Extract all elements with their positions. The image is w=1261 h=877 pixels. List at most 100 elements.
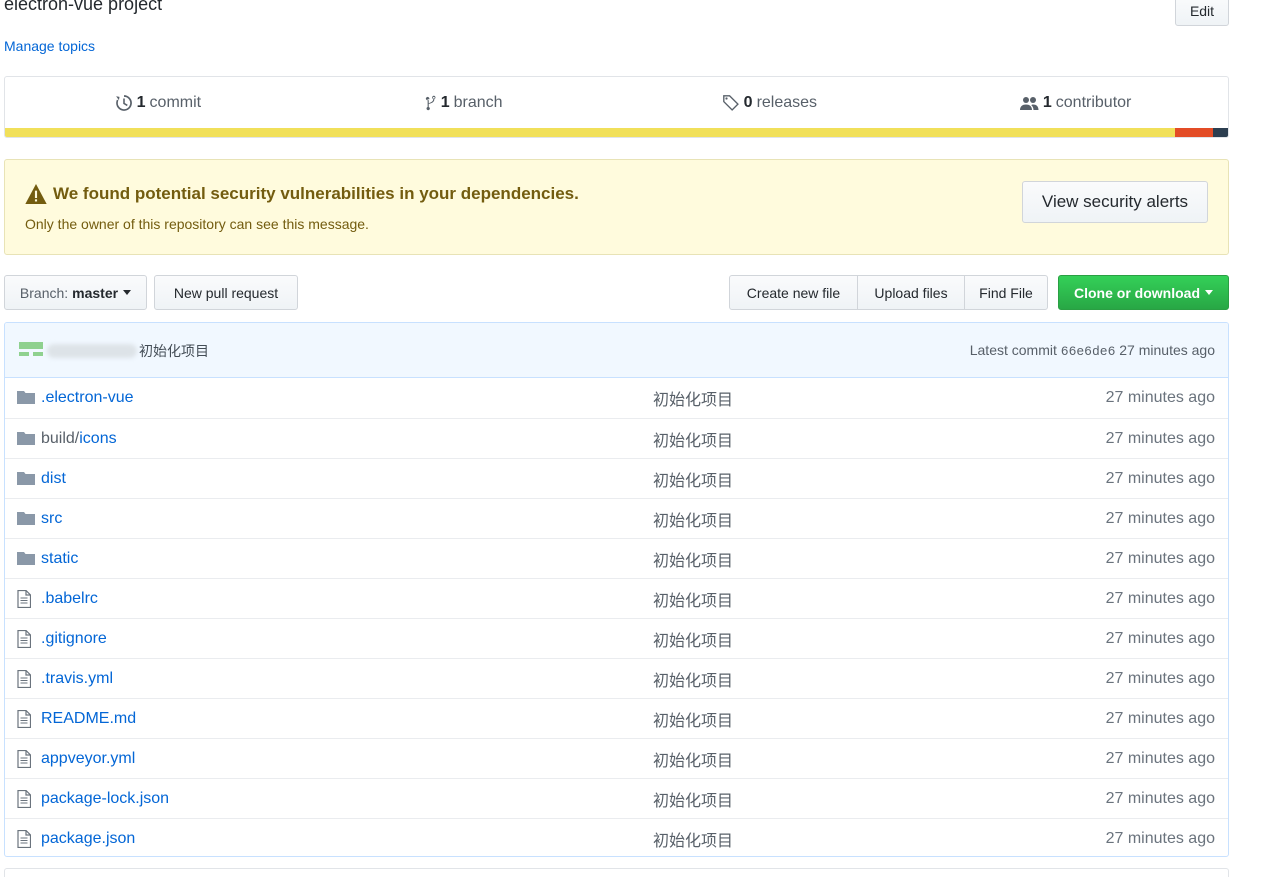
file-name: dist bbox=[41, 469, 66, 487]
file-age: 27 minutes ago bbox=[1105, 589, 1215, 607]
language-segment[interactable] bbox=[1213, 128, 1228, 137]
language-segment[interactable] bbox=[5, 128, 1176, 137]
file-name-link[interactable]: .electron-vue bbox=[41, 389, 134, 407]
file-row: .gitignore 初始化项目 27 minutes ago bbox=[5, 618, 1228, 658]
file-commit-message[interactable]: 初始化项目 bbox=[653, 667, 733, 691]
file-commit-message[interactable]: 初始化项目 bbox=[653, 507, 733, 531]
branches-label: branch bbox=[453, 94, 503, 111]
clone-label: Clone or download bbox=[1074, 284, 1200, 301]
file-commit-message[interactable]: 初始化项目 bbox=[653, 547, 733, 571]
file-name-link[interactable]: README.md bbox=[41, 710, 136, 728]
file-icon bbox=[17, 629, 35, 649]
file-name: README.md bbox=[41, 709, 137, 727]
file-age: 27 minutes ago bbox=[1105, 789, 1215, 807]
file-age: 27 minutes ago bbox=[1105, 389, 1215, 406]
file-age: 27 minutes ago bbox=[1105, 669, 1215, 687]
commit-tease: 初始化项目 Latest commit 66e6de6 27 minutes a… bbox=[5, 323, 1228, 378]
file-age: 27 minutes ago bbox=[1105, 709, 1215, 727]
file-name-link[interactable]: dist bbox=[41, 470, 66, 488]
commits-count: 1 bbox=[136, 94, 146, 111]
file-age: 27 minutes ago bbox=[1105, 429, 1215, 447]
new-pull-request-button[interactable]: New pull request bbox=[154, 275, 298, 310]
repo-description: electron-vue project bbox=[4, 0, 163, 14]
file-name: appveyor.yml bbox=[41, 749, 136, 767]
history-icon bbox=[115, 95, 132, 111]
file-row: .babelrc 初始化项目 27 minutes ago bbox=[5, 578, 1228, 618]
file-commit-message[interactable]: 初始化项目 bbox=[653, 427, 733, 451]
file-name-link[interactable]: .gitignore bbox=[41, 630, 107, 648]
create-new-file-button[interactable]: Create new file bbox=[729, 275, 858, 310]
file-name-link[interactable]: .babelrc bbox=[41, 590, 98, 608]
manage-topics-link[interactable]: Manage topics bbox=[4, 38, 95, 54]
file-row: .electron-vue 初始化项目 27 minutes ago bbox=[5, 378, 1228, 418]
file-row: static 初始化项目 27 minutes ago bbox=[5, 538, 1228, 578]
repo-summary: 1 commit 1 branch 0 releases 1 contribut… bbox=[4, 76, 1229, 138]
releases-count: 0 bbox=[743, 94, 753, 111]
file-row: README.md 初始化项目 27 minutes ago bbox=[5, 698, 1228, 738]
clone-or-download-button[interactable]: Clone or download bbox=[1058, 275, 1229, 310]
file-age: 27 minutes ago bbox=[1105, 509, 1215, 527]
file-commit-message[interactable]: 初始化项目 bbox=[653, 747, 733, 771]
file-row: .travis.yml 初始化项目 27 minutes ago bbox=[5, 658, 1228, 698]
file-name-link[interactable]: static bbox=[41, 550, 78, 568]
people-icon bbox=[1019, 97, 1039, 110]
folder-icon bbox=[17, 550, 35, 568]
language-segment[interactable] bbox=[1175, 128, 1214, 137]
commits-link[interactable]: 1 commit bbox=[5, 94, 311, 112]
commit-sha-link[interactable]: 66e6de6 bbox=[1061, 344, 1116, 359]
edit-button[interactable]: Edit bbox=[1175, 0, 1229, 26]
releases-label: releases bbox=[756, 94, 818, 111]
file-name: src bbox=[41, 509, 63, 527]
commit-message[interactable]: 初始化项目 bbox=[139, 341, 209, 361]
file-name-link[interactable]: build/icons bbox=[41, 430, 117, 448]
branches-link[interactable]: 1 branch bbox=[311, 94, 617, 112]
alert-icon bbox=[25, 184, 47, 204]
branch-select-button[interactable]: Branch: master bbox=[4, 275, 147, 310]
folder-icon bbox=[17, 470, 35, 488]
file-commit-message[interactable]: 初始化项目 bbox=[653, 827, 733, 851]
file-commit-message[interactable]: 初始化项目 bbox=[653, 627, 733, 651]
folder-icon bbox=[17, 430, 35, 448]
upload-files-button[interactable]: Upload files bbox=[857, 275, 965, 310]
file-name: .gitignore bbox=[41, 629, 107, 647]
language-bar[interactable] bbox=[5, 128, 1228, 137]
view-security-alerts-button[interactable]: View security alerts bbox=[1022, 181, 1208, 223]
file-name-link[interactable]: package.json bbox=[41, 830, 135, 848]
file-name-link[interactable]: src bbox=[41, 510, 62, 528]
find-file-button[interactable]: Find File bbox=[964, 275, 1048, 310]
file-commit-message[interactable]: 初始化项目 bbox=[653, 386, 733, 410]
file-commit-message[interactable]: 初始化项目 bbox=[653, 587, 733, 611]
file-row: src 初始化项目 27 minutes ago bbox=[5, 498, 1228, 538]
latest-commit-label: Latest commit bbox=[969, 342, 1057, 358]
avatar[interactable] bbox=[19, 342, 43, 360]
folder-icon bbox=[17, 389, 35, 407]
caret-down-icon bbox=[123, 290, 132, 295]
file-age: 27 minutes ago bbox=[1105, 829, 1215, 847]
file-name-link[interactable]: .travis.yml bbox=[41, 670, 113, 688]
file-name-link[interactable]: package-lock.json bbox=[41, 790, 169, 808]
file-row: appveyor.yml 初始化项目 27 minutes ago bbox=[5, 738, 1228, 778]
file-icon bbox=[17, 709, 35, 729]
releases-link[interactable]: 0 releases bbox=[617, 94, 923, 112]
file-icon bbox=[17, 669, 35, 689]
alert-title-row: We found potential security vulnerabilit… bbox=[25, 184, 579, 204]
contributors-link[interactable]: 1 contributor bbox=[922, 94, 1228, 112]
file-commit-message[interactable]: 初始化项目 bbox=[653, 467, 733, 491]
commit-age: 27 minutes ago bbox=[1119, 342, 1215, 358]
caret-down-icon bbox=[1205, 290, 1213, 295]
latest-commit: Latest commit 66e6de6 27 minutes ago bbox=[970, 342, 1215, 359]
file-commit-message[interactable]: 初始化项目 bbox=[653, 707, 733, 731]
file-commit-message[interactable]: 初始化项目 bbox=[653, 787, 733, 811]
branch-label: Branch: bbox=[19, 284, 69, 301]
file-row: build/icons 初始化项目 27 minutes ago bbox=[5, 418, 1228, 458]
alert-title: We found potential security vulnerabilit… bbox=[53, 184, 579, 203]
author-name-redacted bbox=[47, 344, 137, 358]
file-age: 27 minutes ago bbox=[1105, 629, 1215, 647]
file-name: package-lock.json bbox=[41, 789, 170, 807]
file-name: .electron-vue bbox=[41, 389, 134, 406]
file-name: static bbox=[41, 549, 79, 567]
file-row: package-lock.json 初始化项目 27 minutes ago bbox=[5, 778, 1228, 818]
file-name: .travis.yml bbox=[41, 669, 113, 687]
file-list: .electron-vue 初始化项目 27 minutes ago build/ic… bbox=[5, 378, 1228, 856]
file-name-link[interactable]: appveyor.yml bbox=[41, 750, 135, 768]
